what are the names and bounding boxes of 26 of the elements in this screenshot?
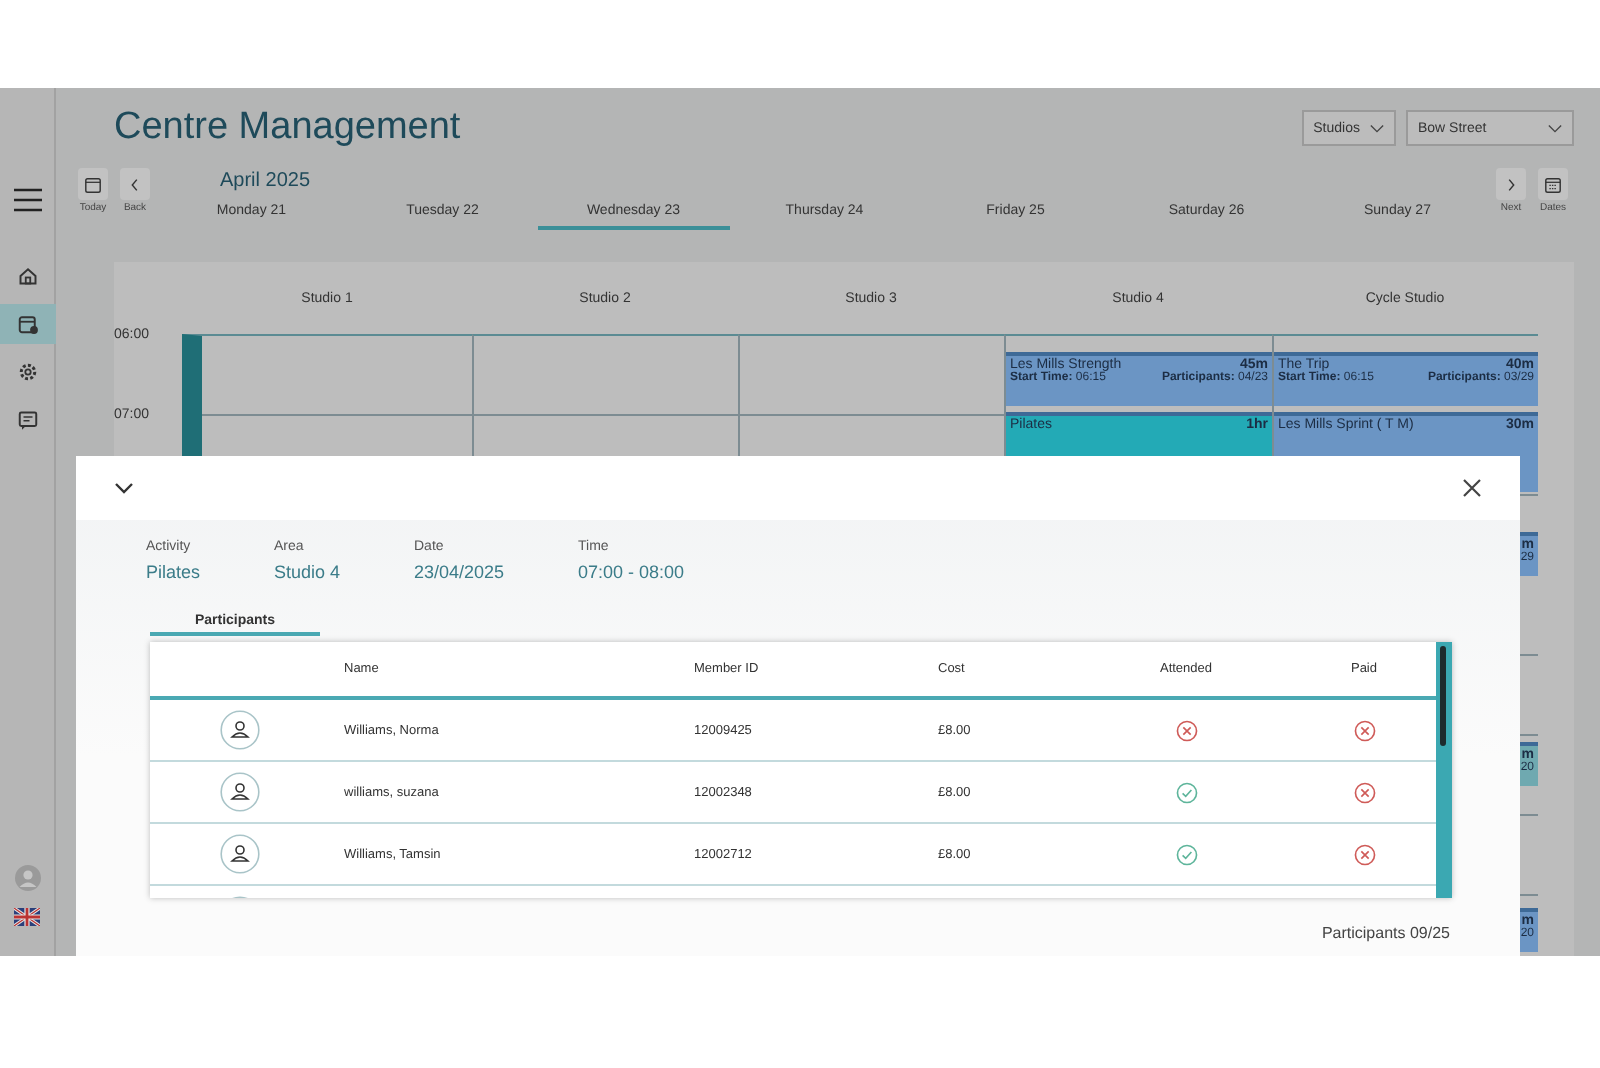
dates-button[interactable] bbox=[1538, 168, 1568, 200]
calendar-nav-item[interactable] bbox=[0, 304, 55, 344]
avatar-icon bbox=[220, 710, 260, 750]
chevron-down-icon bbox=[1370, 123, 1384, 133]
close-button[interactable] bbox=[1460, 476, 1484, 500]
avatar-icon bbox=[220, 834, 260, 874]
close-icon bbox=[1460, 476, 1484, 500]
month-label: April 2025 bbox=[218, 168, 313, 196]
calendar-icon bbox=[84, 175, 102, 193]
settings-icon bbox=[15, 360, 39, 384]
detail-value: 23/04/2025 bbox=[414, 562, 507, 582]
home-icon bbox=[15, 264, 39, 288]
today-button[interactable] bbox=[78, 168, 108, 200]
flag-icon[interactable] bbox=[14, 908, 40, 926]
calendar-icon bbox=[1544, 175, 1562, 193]
avatar-icon bbox=[220, 772, 260, 812]
calendar-icon bbox=[15, 312, 39, 336]
detail-value: 07:00 - 08:00 bbox=[578, 562, 687, 582]
participants-count: Participants 09/25 bbox=[1321, 924, 1450, 942]
detail-value: Pilates bbox=[146, 562, 203, 582]
page-title: Centre Management bbox=[114, 106, 463, 150]
scrollbar[interactable] bbox=[1436, 642, 1452, 898]
detail-value: Studio 4 bbox=[274, 562, 343, 582]
menu-icon[interactable] bbox=[13, 188, 41, 212]
messages-icon bbox=[15, 408, 39, 432]
chevron-down-icon bbox=[1548, 123, 1562, 133]
